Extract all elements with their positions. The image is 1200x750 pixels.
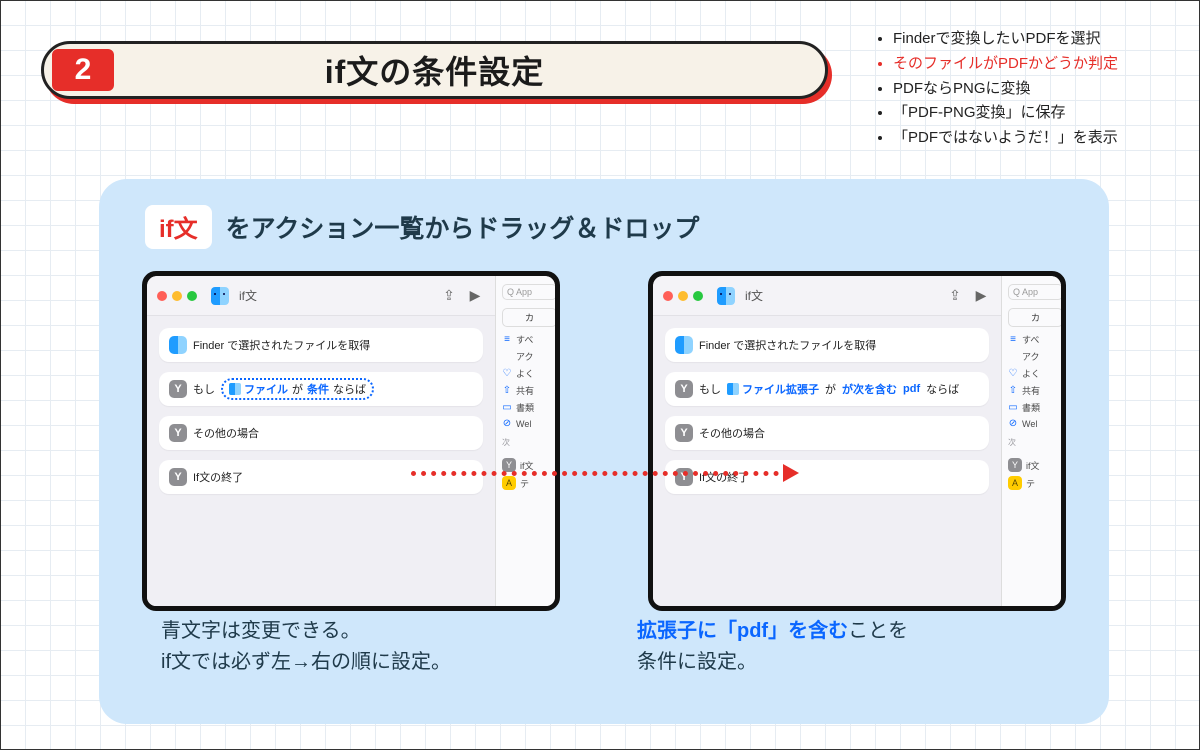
sidebar-suggestion-if[interactable]: Yif文 xyxy=(502,458,555,472)
sidebar-item-documents[interactable]: ▭書類 xyxy=(502,401,555,414)
checklist-item: 「PDFではないようだ！」を表示 xyxy=(893,126,1118,151)
run-icon[interactable]: ▶ xyxy=(971,287,991,304)
sidebar-section-label: 次 xyxy=(1008,437,1061,448)
sidebar-item-actions[interactable]: アク xyxy=(1008,350,1061,363)
windows-row: if文 ⇪ ▶ Finder で選択されたファイルを取得 Y もし xyxy=(129,271,1079,611)
checklist-item: 「PDF-PNG変換」に保存 xyxy=(893,101,1118,126)
action-if[interactable]: Y もし ファイル が 条件 ならば xyxy=(159,372,483,406)
caption-right: 拡張子に「pdf」を含むことを 条件に設定。 xyxy=(637,616,908,678)
branch-icon: Y xyxy=(675,468,693,486)
zoom-icon[interactable] xyxy=(187,291,197,301)
category-button[interactable]: カ xyxy=(1008,308,1061,327)
action-if[interactable]: Y もし ファイル拡張子 が が次を含む pdf ならば xyxy=(665,372,989,406)
window-titlebar: if文 ⇪ ▶ xyxy=(147,276,495,316)
action-label: If文の終了 xyxy=(699,469,749,485)
library-sidebar[interactable]: Q App カ ≡すべ アク ♡よく ⇧共有 ▭書類 ⊘Wel 次 Yif文 A… xyxy=(1001,276,1061,606)
if-text: が xyxy=(292,381,303,397)
sidebar-suggestion-text[interactable]: Aテ xyxy=(1008,476,1061,490)
minimize-icon[interactable] xyxy=(172,291,182,301)
sidebar-item-favorites[interactable]: ♡よく xyxy=(502,367,555,380)
sidebar-suggestion-if[interactable]: Yif文 xyxy=(1008,458,1061,472)
close-icon[interactable] xyxy=(663,291,673,301)
minimize-icon[interactable] xyxy=(678,291,688,301)
sidebar-item-all[interactable]: ≡すべ xyxy=(1008,333,1061,346)
action-get-finder-selection[interactable]: Finder で選択されたファイルを取得 xyxy=(159,328,483,362)
run-icon[interactable]: ▶ xyxy=(465,287,485,304)
checklist-item: Finderで変換したいPDFを選択 xyxy=(893,27,1118,52)
finder-icon xyxy=(727,383,739,395)
branch-icon: Y xyxy=(169,468,187,486)
if-pill: if文 xyxy=(145,205,212,249)
if-prefix: もし xyxy=(193,381,215,397)
zoom-icon[interactable] xyxy=(693,291,703,301)
card-title: if文 をアクション一覧からドラッグ＆ドロップ xyxy=(145,205,1079,249)
if-condition-token[interactable]: 条件 xyxy=(307,381,329,397)
action-label: If文の終了 xyxy=(193,469,243,485)
sidebar-item-share[interactable]: ⇧共有 xyxy=(1008,384,1061,397)
action-label: Finder で選択されたファイルを取得 xyxy=(699,337,876,353)
traffic-lights[interactable] xyxy=(157,291,197,301)
branch-icon: Y xyxy=(169,424,187,442)
sidebar-section-label: 次 xyxy=(502,437,555,448)
action-endif[interactable]: Y If文の終了 xyxy=(159,460,483,494)
finder-icon xyxy=(229,383,241,395)
branch-icon: Y xyxy=(675,424,693,442)
workflow-canvas[interactable]: Finder で選択されたファイルを取得 Y もし ファイル拡張子 が が次を含… xyxy=(653,316,1001,606)
if-variable-token[interactable]: ファイル拡張子 xyxy=(727,381,819,397)
if-variable-token[interactable]: ファイル xyxy=(229,381,288,397)
if-value-token[interactable]: pdf xyxy=(903,383,920,395)
search-input[interactable]: Q App xyxy=(502,284,555,300)
if-text: が xyxy=(825,381,836,397)
sidebar-item-actions[interactable]: アク xyxy=(502,350,555,363)
search-input[interactable]: Q App xyxy=(1008,284,1061,300)
if-suffix: ならば xyxy=(333,381,366,397)
share-icon[interactable]: ⇪ xyxy=(945,287,965,304)
action-label: その他の場合 xyxy=(699,425,765,441)
finder-icon xyxy=(169,336,187,354)
action-get-finder-selection[interactable]: Finder で選択されたファイルを取得 xyxy=(665,328,989,362)
checklist-item: そのファイルがPDFかどうか判定 xyxy=(893,52,1118,77)
finder-icon xyxy=(717,287,735,305)
action-otherwise[interactable]: Y その他の場合 xyxy=(159,416,483,450)
sidebar-item-all[interactable]: ≡すべ xyxy=(502,333,555,346)
if-condition-token[interactable]: が次を含む xyxy=(842,381,897,397)
branch-icon: Y xyxy=(675,380,693,398)
if-condition-highlight: ファイル が 条件 ならば xyxy=(221,378,374,400)
close-icon[interactable] xyxy=(157,291,167,301)
window-title: if文 xyxy=(745,287,763,304)
action-label: その他の場合 xyxy=(193,425,259,441)
sidebar-item-documents[interactable]: ▭書類 xyxy=(1008,401,1061,414)
sidebar-item-favorites[interactable]: ♡よく xyxy=(1008,367,1061,380)
sidebar-item-web[interactable]: ⊘Wel xyxy=(502,418,555,429)
traffic-lights[interactable] xyxy=(663,291,703,301)
shortcut-window-before: if文 ⇪ ▶ Finder で選択されたファイルを取得 Y もし xyxy=(142,271,560,611)
window-title: if文 xyxy=(239,287,257,304)
window-titlebar: if文 ⇪ ▶ xyxy=(653,276,1001,316)
branch-icon: Y xyxy=(169,380,187,398)
checklist-item: PDFならPNGに変換 xyxy=(893,77,1118,102)
page-title: if文の条件設定 xyxy=(114,47,755,93)
shortcut-window-after: if文 ⇪ ▶ Finder で選択されたファイルを取得 Y もし xyxy=(648,271,1066,611)
library-sidebar[interactable]: Q App カ ≡すべ アク ♡よく ⇧共有 ▭書類 ⊘Wel 次 Yif文 A… xyxy=(495,276,555,606)
sidebar-suggestion-text[interactable]: Aテ xyxy=(502,476,555,490)
sidebar-item-share[interactable]: ⇧共有 xyxy=(502,384,555,397)
finder-icon xyxy=(211,287,229,305)
sidebar-item-web[interactable]: ⊘Wel xyxy=(1008,418,1061,429)
action-label: Finder で選択されたファイルを取得 xyxy=(193,337,370,353)
steps-checklist: Finderで変換したいPDFを選択そのファイルがPDFかどうか判定PDFならP… xyxy=(871,27,1118,151)
share-icon[interactable]: ⇪ xyxy=(439,287,459,304)
step-number-badge: 2 xyxy=(52,49,114,91)
action-otherwise[interactable]: Y その他の場合 xyxy=(665,416,989,450)
finder-icon xyxy=(675,336,693,354)
card-title-text: をアクション一覧からドラッグ＆ドロップ xyxy=(226,209,700,245)
workflow-canvas[interactable]: Finder で選択されたファイルを取得 Y もし ファイル が 条件 ならば xyxy=(147,316,495,606)
caption-left: 青文字は変更できる。 if文では必ず左→右の順に設定。 xyxy=(161,616,451,678)
category-button[interactable]: カ xyxy=(502,308,555,327)
action-endif[interactable]: Y If文の終了 xyxy=(665,460,989,494)
step-header: 2 if文の条件設定 xyxy=(41,41,828,99)
if-suffix: ならば xyxy=(926,381,959,397)
if-prefix: もし xyxy=(699,381,721,397)
